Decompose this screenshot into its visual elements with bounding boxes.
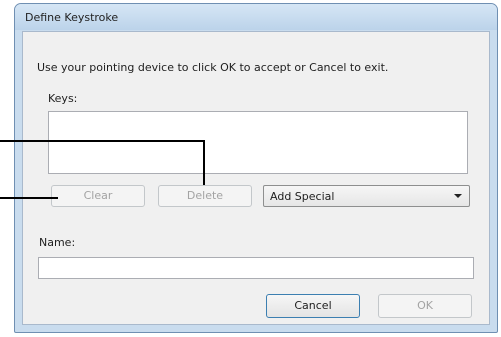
keys-label: Keys: — [48, 92, 78, 105]
add-special-dropdown[interactable]: Add Special — [263, 185, 470, 207]
chevron-down-icon — [454, 194, 462, 198]
ok-button[interactable]: OK — [378, 294, 472, 318]
callout-line-top-horizontal — [0, 140, 205, 142]
callout-line-top-vertical — [203, 140, 205, 185]
dialog-title: Define Keystroke — [25, 11, 119, 24]
dialog-client-area: Use your pointing device to click OK to … — [22, 31, 490, 325]
keys-field[interactable] — [48, 111, 468, 174]
callout-line-bottom-horizontal — [0, 197, 58, 199]
define-keystroke-dialog: Define Keystroke Use your pointing devic… — [14, 3, 498, 333]
name-label: Name: — [39, 236, 76, 249]
name-field[interactable] — [38, 257, 474, 279]
add-special-selected: Add Special — [270, 190, 335, 203]
cancel-button[interactable]: Cancel — [266, 294, 360, 318]
dialog-titlebar[interactable]: Define Keystroke — [15, 4, 497, 30]
clear-button[interactable]: Clear — [51, 185, 145, 207]
instruction-text: Use your pointing device to click OK to … — [37, 61, 389, 74]
delete-button[interactable]: Delete — [158, 185, 252, 207]
